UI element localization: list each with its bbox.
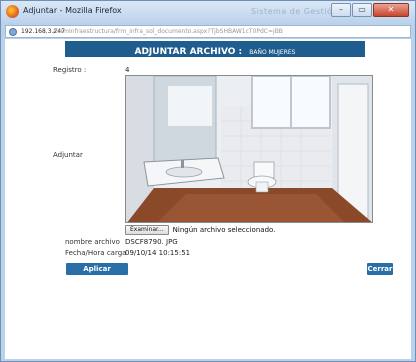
page-header: ADJUNTAR ARCHIVO : BAÑO MUJERES bbox=[65, 41, 365, 57]
window-controls: – ▭ ✕ bbox=[331, 3, 409, 17]
globe-icon bbox=[9, 28, 17, 36]
browse-button[interactable]: Examinar... bbox=[125, 225, 169, 235]
close-button[interactable]: Cerrar bbox=[367, 263, 393, 275]
firefox-icon bbox=[6, 5, 19, 18]
filename-value: DSCF8790. JPG bbox=[125, 238, 178, 246]
close-window-button[interactable]: ✕ bbox=[373, 3, 409, 17]
page-content: ADJUNTAR ARCHIVO : BAÑO MUJERES Registro… bbox=[5, 39, 411, 359]
file-status: Ningún archivo seleccionado. bbox=[172, 226, 276, 234]
page-subtitle: BAÑO MUJERES bbox=[249, 49, 296, 56]
file-input: Examinar... Ningún archivo seleccionado. bbox=[125, 225, 275, 235]
registro-value: 4 bbox=[125, 66, 130, 74]
attachment-photo bbox=[125, 75, 373, 223]
url-path: /formInfraestructura/frm_infra_sol_docum… bbox=[53, 28, 283, 35]
bathroom-photo-image bbox=[126, 76, 372, 222]
filename-label: nombre archivo bbox=[65, 238, 120, 246]
window-title: Adjuntar - Mozilla Firefox bbox=[23, 6, 122, 15]
apply-changes-button[interactable]: Aplicar Cambios bbox=[66, 263, 128, 285]
adjuntar-label: Adjuntar bbox=[53, 151, 83, 159]
address-bar[interactable]: 192.168.3.247 /formInfraestructura/frm_i… bbox=[5, 25, 411, 38]
page-title: ADJUNTAR ARCHIVO : bbox=[134, 47, 243, 57]
fecha-label: Fecha/Hora carga bbox=[65, 249, 127, 257]
browser-window: Adjuntar - Mozilla Firefox Sistema de Ge… bbox=[0, 0, 416, 362]
fecha-value: 09/10/14 10:15:51 bbox=[125, 249, 191, 257]
maximize-button[interactable]: ▭ bbox=[352, 3, 372, 17]
title-bar: Adjuntar - Mozilla Firefox Sistema de Ge… bbox=[1, 1, 415, 23]
background-window-title: Sistema de Gestión bbox=[251, 7, 338, 16]
registro-label: Registro : bbox=[53, 66, 87, 74]
minimize-button[interactable]: – bbox=[331, 3, 351, 17]
